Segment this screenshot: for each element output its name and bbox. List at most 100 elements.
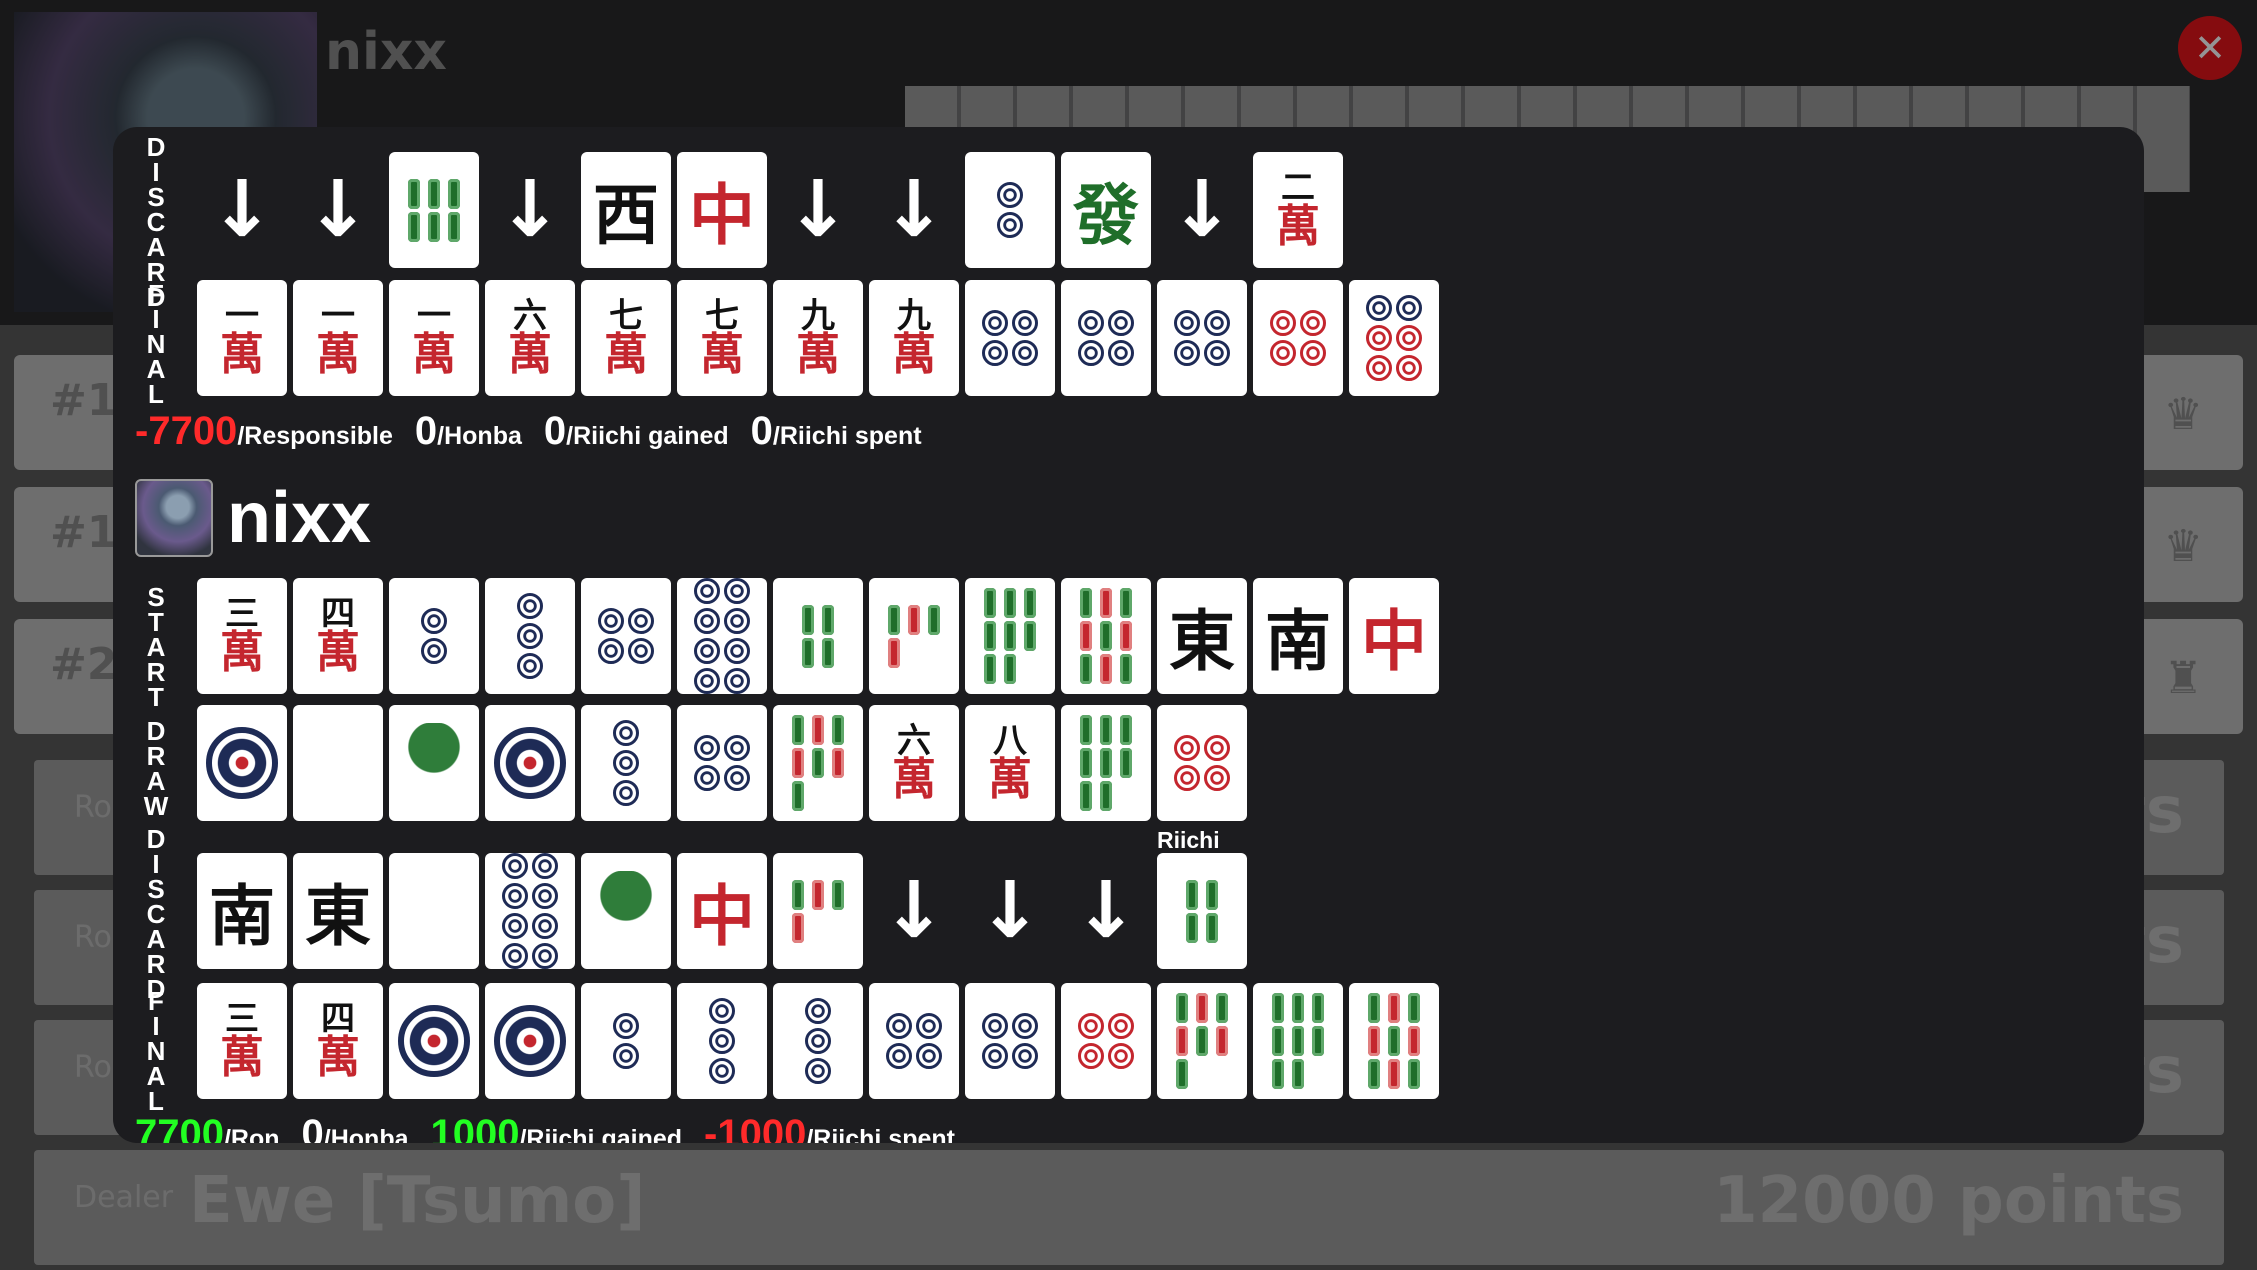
arrow-down-icon: ↓ [881,866,947,956]
stat-value: -7700 [135,409,238,453]
p1-discard-label: DISCARD [146,132,166,312]
tile-east: 東 [293,853,383,969]
round-detail-modal: DISCARD ↓ ↓ ↓ 西中 ↓ ↓ 發 ↓ 二萬 FINAL 一萬一萬一萬六萬七萬七萬九萬… [113,127,2144,1143]
arrow-down-icon: ↓ [209,165,275,255]
p2-discard-label: DISCARD [146,824,166,1004]
p1-stats: -7700/Responsible 0/Honba 0/Riichi gained 0… [135,409,944,454]
tile-pin-5r [1061,983,1151,1099]
arrow-down-icon: ↓ [881,165,947,255]
p2-name: nixx [227,478,372,558]
tile-man-8: 八萬 [965,705,1055,821]
tile-sou-4 [1157,853,1247,969]
tile-sou-6 [389,152,479,268]
stat-value: 0 [414,409,438,453]
tile-pin-4 [869,983,959,1099]
tile-sou-8 [1061,705,1151,821]
tile-red-dragon: 中 [677,152,767,268]
tile-man-1: 一萬 [389,280,479,396]
tile-pin-1 [485,983,575,1099]
tile-pin-2 [389,578,479,694]
tile-man-4: 四萬 [293,983,383,1099]
tile-sou-4 [773,578,863,694]
tile-pin-3 [773,983,863,1099]
tile-south: 南 [1253,578,1343,694]
rank-icon: ♛ [2163,521,2203,572]
player-name: nixx [325,22,447,82]
tile-pin-2 [581,983,671,1099]
tile-pin-5r [1253,280,1343,396]
tile-pin-5 [1157,280,1247,396]
tile-pin-4 [581,578,671,694]
tile-pin-4 [1061,280,1151,396]
p2-discard-row: 南東 中 ↓ ↓ ↓ [197,853,1247,969]
stat-unit: /Honba [437,422,522,450]
tile-pin-3 [485,578,575,694]
tile-sou-7 [773,705,863,821]
tile-man-2: 二萬 [1253,152,1343,268]
stat-unit: /Ron [223,1125,280,1143]
ranking-label: #1 [50,507,118,558]
tile-pin-4 [677,705,767,821]
tile-man-9: 九萬 [773,280,863,396]
p2-draw-row: 六萬八萬 [197,705,1247,821]
tile-man-9: 九萬 [869,280,959,396]
rank-icon: ♜ [2163,653,2203,704]
tile-pin-4 [965,983,1055,1099]
tile-man-6: 六萬 [869,705,959,821]
result-label: Dealer [74,1180,174,1215]
rank-icon: ♛ [2163,389,2203,440]
p2-start-label: START [146,582,166,712]
stat-unit: /Responsible [237,422,393,450]
stat-value: 0 [543,409,567,453]
tile-pin-5r [1157,705,1247,821]
tile-sou-1 [581,853,671,969]
tile-sou-9 [1061,578,1151,694]
tile-red-dragon: 中 [677,853,767,969]
tile-sou-8 [965,578,1055,694]
p1-final-label: FINAL [146,279,166,409]
avatar [135,479,213,557]
tile-green-dragon: 發 [1061,152,1151,268]
arrow-down-icon: ↓ [497,165,563,255]
tile-pin-1 [197,705,287,821]
arrow-down-icon: ↓ [1073,866,1139,956]
close-button[interactable]: ✕ [2178,16,2242,80]
p2-stats: 7700/Ron 0/Honba 1000/Riichi gained -1000/R… [135,1112,977,1143]
arrow-down-icon: ↓ [977,866,1043,956]
tile-pin-3 [581,705,671,821]
result-name: Ewe [Tsumo] [189,1164,646,1238]
tile-pin-6 [1349,280,1439,396]
tile-west: 西 [581,152,671,268]
result-row[interactable]: Dealer Ewe [Tsumo] 12000 points [34,1150,2224,1265]
tile-man-3: 三萬 [197,578,287,694]
tile-man-3: 三萬 [197,983,287,1099]
tile-pin-2 [965,152,1055,268]
tile-sou-1 [389,705,479,821]
stat-value: 7700 [135,1112,224,1143]
tile-east: 東 [1157,578,1247,694]
p2-final-label: FINAL [146,986,166,1116]
stat-unit: /Riichi spent [806,1125,955,1143]
tile-pin-3 [677,983,767,1099]
tile-pin-8 [677,578,767,694]
stat-unit: /Riichi gained [519,1125,683,1143]
stat-value: 0 [301,1112,324,1143]
p2-header: nixx [135,477,371,559]
tile-sou-9 [1349,983,1439,1099]
p1-discard-row: ↓ ↓ ↓ 西中 ↓ ↓ 發 ↓ 二萬 [197,152,1343,268]
ranking-label: #1 [50,375,118,426]
tile-pin-1 [485,705,575,821]
tile-man-1: 一萬 [197,280,287,396]
tile-man-7: 七萬 [677,280,767,396]
p2-final-row: 三萬四萬 [197,983,1439,1099]
tile-man-6: 六萬 [485,280,575,396]
tile-sou-8 [1253,983,1343,1099]
stat-value: 1000 [430,1112,520,1143]
tile-pin-4 [965,280,1055,396]
tile-white [389,853,479,969]
tile-red-dragon: 中 [1349,578,1439,694]
tile-south: 南 [197,853,287,969]
p2-start-row: 三萬四萬 東南中 [197,578,1439,694]
arrow-down-icon: ↓ [1169,165,1235,255]
ranking-label: #2 [50,639,118,690]
